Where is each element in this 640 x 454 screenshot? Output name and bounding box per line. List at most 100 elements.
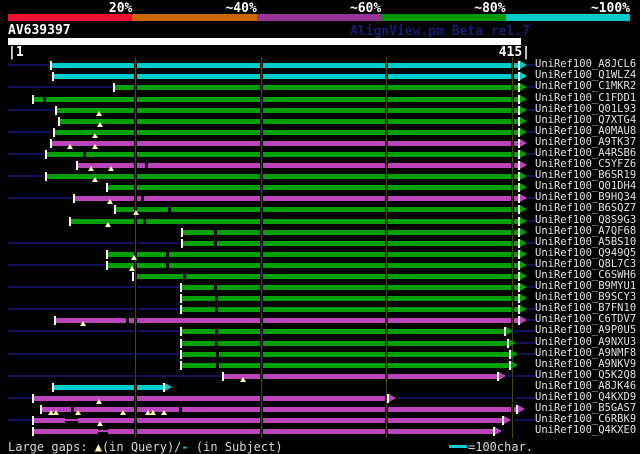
alignment-bar[interactable] bbox=[182, 341, 507, 346]
query-gap-triangle-icon bbox=[97, 122, 103, 127]
segment-boundary-notch bbox=[145, 163, 148, 168]
alignment-bar[interactable] bbox=[108, 263, 518, 268]
alignment-bar[interactable] bbox=[60, 119, 518, 124]
segment-boundary-notch bbox=[179, 407, 182, 412]
query-gap-triangle-icon bbox=[92, 144, 98, 149]
alignment-start-tick bbox=[32, 394, 34, 403]
alignment-bar[interactable] bbox=[34, 418, 502, 423]
alignment-arrowhead-icon bbox=[520, 72, 527, 80]
subject-overhang-right bbox=[517, 342, 536, 344]
alignment-bar[interactable] bbox=[57, 108, 518, 113]
alignment-bar[interactable] bbox=[47, 174, 518, 179]
alignment-bar[interactable] bbox=[183, 241, 518, 246]
alignment-start-tick bbox=[45, 172, 47, 181]
segment-boundary-notch bbox=[216, 363, 219, 368]
alignment-start-tick bbox=[69, 217, 71, 226]
subject-overhang-right bbox=[519, 353, 536, 355]
alignment-bar[interactable] bbox=[115, 85, 518, 90]
alignment-arrowhead-icon bbox=[520, 228, 527, 236]
alignment-bar[interactable] bbox=[54, 385, 163, 390]
gap-legend-prefix: Large gaps: bbox=[8, 440, 95, 454]
hit-label[interactable]: UniRef100_Q4KXE0 bbox=[535, 425, 636, 436]
alignment-bar[interactable] bbox=[52, 141, 518, 146]
alignment-arrowhead-icon bbox=[518, 405, 525, 413]
ruler-start-label: |1 bbox=[8, 45, 24, 60]
subject-gap-line bbox=[65, 419, 78, 421]
alignment-start-tick bbox=[132, 272, 134, 281]
subject-overhang-left bbox=[8, 308, 179, 310]
alignview-screen: AV639397 AlignView.pm Beta rel.7 |1 415|… bbox=[0, 0, 640, 454]
segment-boundary-notch bbox=[71, 407, 74, 412]
alignment-arrowhead-icon bbox=[499, 372, 506, 380]
hit-label[interactable]: UniRef100_B6SQZ7 bbox=[535, 203, 636, 214]
segment-boundary-notch bbox=[214, 241, 217, 246]
alignment-bar[interactable] bbox=[71, 219, 518, 224]
alignment-start-tick bbox=[114, 205, 116, 214]
alignment-start-tick bbox=[76, 161, 78, 170]
segment-boundary-notch bbox=[215, 341, 218, 346]
query-gap-triangle-icon bbox=[75, 410, 81, 415]
alignment-bar[interactable] bbox=[182, 285, 518, 290]
query-gap-triangle-icon bbox=[80, 321, 86, 326]
alignment-arrowhead-icon bbox=[511, 350, 518, 358]
alignment-start-tick bbox=[53, 128, 55, 137]
alignment-bar[interactable] bbox=[108, 252, 518, 257]
alignment-start-tick bbox=[55, 106, 57, 115]
alignment-bar[interactable] bbox=[47, 152, 518, 157]
alignment-bar[interactable] bbox=[182, 307, 518, 312]
alignment-arrowhead-icon bbox=[520, 272, 527, 280]
segment-boundary-notch bbox=[166, 252, 169, 257]
subject-overhang-left bbox=[8, 64, 49, 66]
segment-boundary-notch bbox=[43, 97, 46, 102]
alignment-bar[interactable] bbox=[42, 407, 516, 412]
subject-overhang-left bbox=[8, 286, 179, 288]
ruler-end-label: 415| bbox=[498, 45, 530, 60]
alignment-start-tick bbox=[32, 95, 34, 104]
alignment-bar[interactable] bbox=[54, 74, 518, 79]
query-gap-triangle-icon bbox=[96, 111, 102, 116]
alignment-bar[interactable] bbox=[108, 185, 518, 190]
alignment-bar[interactable] bbox=[183, 230, 518, 235]
alignment-bar[interactable] bbox=[182, 363, 509, 368]
alignment-start-tick bbox=[180, 305, 182, 314]
alignment-arrowhead-icon bbox=[520, 205, 527, 213]
alignment-bar[interactable] bbox=[224, 374, 497, 379]
alignment-start-tick bbox=[52, 383, 54, 392]
alignment-bar[interactable] bbox=[55, 130, 518, 135]
subject-overhang-left bbox=[8, 419, 31, 421]
alignment-bar[interactable] bbox=[34, 396, 387, 401]
segment-boundary-notch bbox=[215, 296, 218, 301]
key-label: 20% bbox=[108, 1, 133, 16]
alignment-bar[interactable] bbox=[78, 163, 518, 168]
subject-overhang-left bbox=[8, 175, 44, 177]
alignment-start-tick bbox=[180, 294, 182, 303]
alignment-bar[interactable] bbox=[116, 207, 518, 212]
alignment-bar[interactable] bbox=[34, 97, 518, 102]
alignment-start-tick bbox=[106, 261, 108, 270]
alignment-bar[interactable] bbox=[182, 352, 509, 357]
alignment-arrowhead-icon bbox=[520, 161, 527, 169]
hit-label[interactable]: UniRef100_A9P0U5 bbox=[535, 325, 636, 336]
query-gap-triangle-icon bbox=[161, 410, 167, 415]
scale-bar-text: =100char. bbox=[468, 440, 534, 454]
alignment-bar[interactable] bbox=[182, 329, 504, 334]
hit-label[interactable]: UniRef100_C1MKR2 bbox=[535, 81, 636, 92]
query-gap-triangle-icon bbox=[240, 377, 246, 382]
subject-overhang-left bbox=[8, 153, 44, 155]
query-gap-triangle-icon bbox=[92, 177, 98, 182]
gap-query-text: (in Query)/ bbox=[101, 440, 182, 454]
alignment-start-tick bbox=[106, 183, 108, 192]
alignment-arrowhead-icon bbox=[506, 327, 513, 335]
subject-gap-line bbox=[98, 430, 108, 432]
gridline bbox=[385, 57, 388, 438]
gridline bbox=[134, 57, 137, 438]
alignment-bar[interactable] bbox=[134, 274, 518, 279]
alignment-arrowhead-icon bbox=[520, 128, 527, 136]
alignment-bar[interactable] bbox=[182, 296, 518, 301]
alignment-arrowhead-icon bbox=[520, 150, 527, 158]
query-gap-triangle-icon bbox=[108, 166, 114, 171]
alignment-bar[interactable] bbox=[52, 63, 518, 68]
subject-overhang-left bbox=[8, 353, 179, 355]
alignment-arrowhead-icon bbox=[520, 305, 527, 313]
subject-overhang-right bbox=[512, 419, 536, 421]
